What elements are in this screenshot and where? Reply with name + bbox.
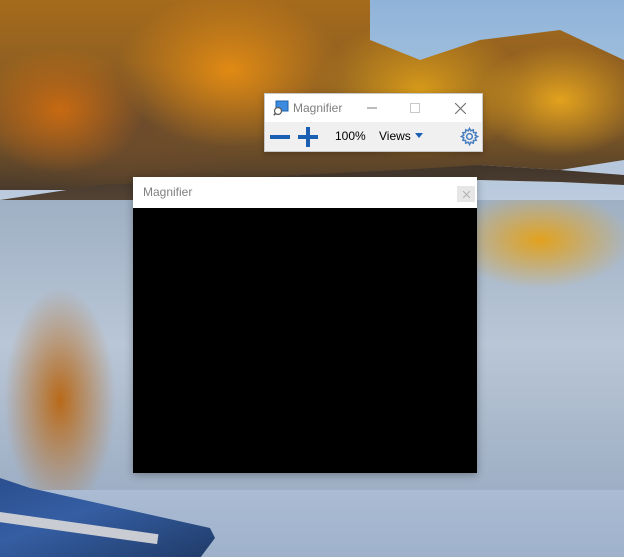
magnifier-lens-window[interactable]: Magnifier xyxy=(133,177,477,473)
magnifier-toolbar-window[interactable]: Magnifier 100% Views xyxy=(264,93,483,152)
lens-titlebar[interactable]: Magnifier xyxy=(133,177,477,208)
lens-title: Magnifier xyxy=(143,185,193,199)
lens-close-button[interactable] xyxy=(457,186,475,202)
magnifier-app-icon xyxy=(273,100,289,116)
close-icon xyxy=(462,190,470,198)
chevron-down-icon[interactable] xyxy=(415,133,423,138)
gear-icon[interactable] xyxy=(460,127,479,146)
desktop: Magnifier 100% Views Magnifier xyxy=(0,0,624,557)
toolbar-controls: 100% Views xyxy=(265,122,482,151)
views-menu-button[interactable]: Views xyxy=(379,129,411,143)
maximize-icon xyxy=(410,103,420,113)
magnified-view xyxy=(133,208,477,473)
close-button[interactable] xyxy=(443,94,477,122)
zoom-out-icon[interactable] xyxy=(269,126,291,148)
close-icon xyxy=(454,102,466,114)
maximize-button[interactable] xyxy=(398,94,432,122)
zoom-level: 100% xyxy=(335,129,366,143)
zoom-in-icon[interactable] xyxy=(297,126,319,148)
toolbar-titlebar[interactable]: Magnifier xyxy=(265,94,482,122)
minimize-button[interactable] xyxy=(355,94,389,122)
minimize-icon xyxy=(367,107,377,109)
toolbar-title: Magnifier xyxy=(293,101,343,115)
